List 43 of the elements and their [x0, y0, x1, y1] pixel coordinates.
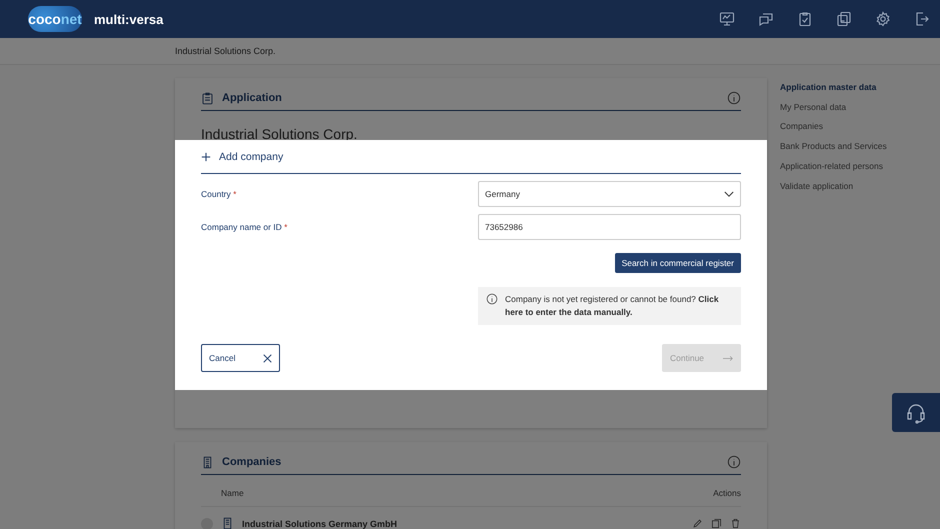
logo: coconet: [28, 6, 82, 32]
cancel-button[interactable]: Cancel: [201, 344, 280, 372]
building-icon: [201, 456, 214, 468]
company-name: Industrial Solutions Germany GmbH: [242, 518, 398, 528]
column-header: Actions: [713, 488, 741, 498]
arrow-right-icon: [723, 354, 733, 362]
plus-icon: [201, 152, 211, 162]
edit-icon[interactable]: [692, 518, 703, 529]
company-heading: Industrial Solutions Corp.: [201, 126, 358, 142]
info-icon: [486, 293, 498, 305]
dialog-title: Add company: [219, 151, 284, 163]
copy-icon[interactable]: [711, 518, 722, 529]
documents-icon[interactable]: [836, 11, 852, 27]
country-select[interactable]: Germany: [478, 181, 741, 207]
search-button[interactable]: Search in commercial register: [614, 253, 741, 273]
settings-icon[interactable]: [875, 11, 891, 27]
support-button[interactable]: [892, 393, 940, 432]
card-title: Application: [222, 92, 282, 104]
delete-icon[interactable]: [730, 518, 741, 529]
field-label: Country *: [201, 189, 236, 199]
nav-link[interactable]: Validate application: [780, 180, 887, 192]
column-header: Name: [221, 488, 244, 498]
logout-icon[interactable]: [914, 11, 930, 27]
nav-link[interactable]: Companies: [780, 121, 887, 134]
breadcrumb[interactable]: Industrial Solutions Corp.: [175, 46, 276, 56]
info-icon[interactable]: [727, 455, 741, 469]
chevron-down-icon: [724, 190, 734, 198]
nav-link[interactable]: Application-related persons: [780, 160, 887, 173]
chat-icon[interactable]: [758, 11, 774, 27]
nav-link[interactable]: My Personal data: [780, 102, 887, 114]
nav-link[interactable]: Application master data: [780, 82, 887, 94]
monitor-icon[interactable]: [719, 11, 735, 27]
company-input-field[interactable]: 73652986: [478, 214, 741, 240]
notice-text[interactable]: Company is not yet registered or cannot be found? Click here to enter the data manually.: [505, 293, 733, 319]
field-label: Company name or ID *: [201, 222, 288, 232]
nav-link[interactable]: Bank Products and Services: [780, 141, 887, 153]
clipboard-icon: [201, 92, 214, 104]
info-icon[interactable]: [727, 91, 741, 105]
card-title: Companies: [222, 456, 282, 468]
clipboard-check-icon[interactable]: [797, 11, 813, 27]
app-name: multi:versa: [94, 12, 164, 26]
building-icon: [221, 517, 234, 529]
close-icon: [263, 354, 272, 362]
